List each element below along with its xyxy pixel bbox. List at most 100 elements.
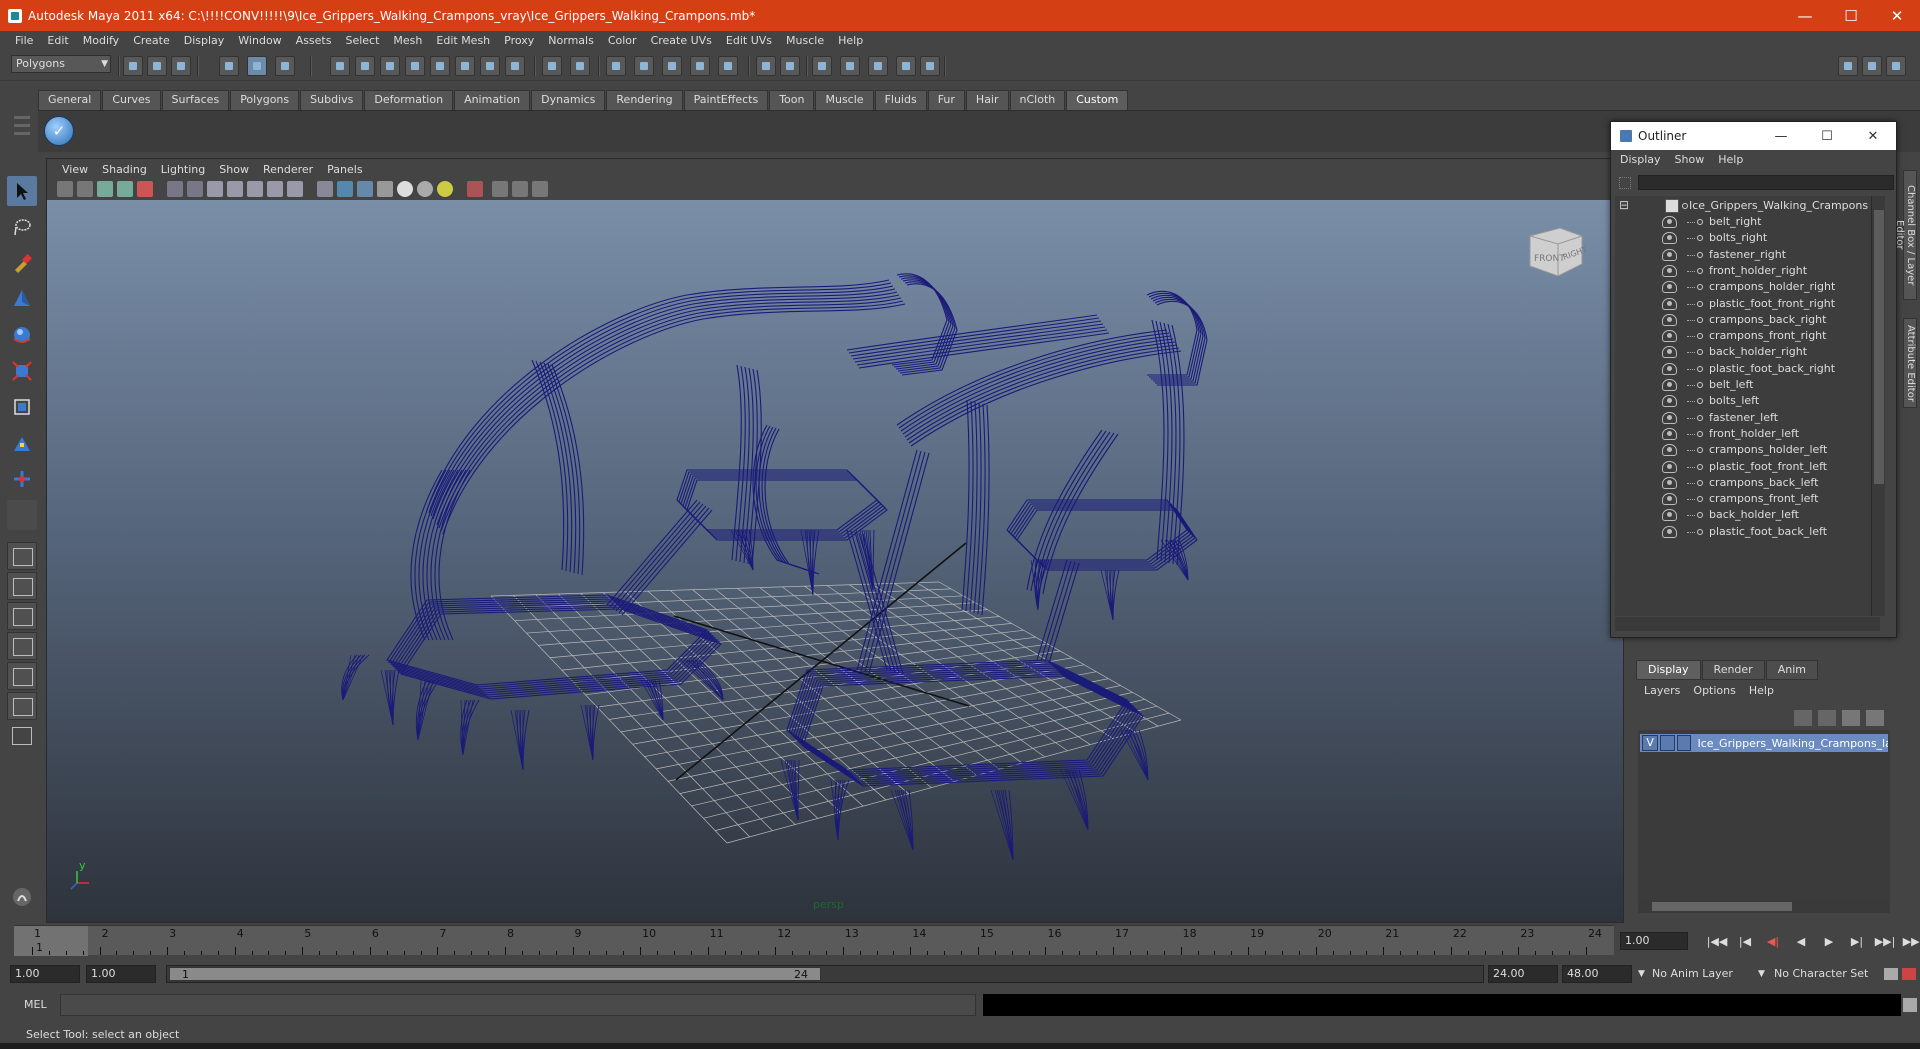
layer-hscrollbar[interactable] [1638, 900, 1890, 913]
outliner-menu-show[interactable]: Show [1675, 153, 1719, 166]
layer-tab-display[interactable]: Display [1636, 660, 1701, 680]
move-tool-icon[interactable] [7, 284, 37, 314]
layer-row[interactable]: V Ice_Grippers_Walking_Crampons_layer [1640, 734, 1888, 752]
safe-action-icon[interactable] [267, 181, 283, 197]
layout-expand-icon[interactable] [7, 722, 37, 750]
anim-layer-dropdown[interactable]: No Anim Layer [1652, 965, 1733, 983]
checkmark-icon[interactable]: ✓ [44, 116, 74, 146]
highlight-selection-icon[interactable] [570, 56, 590, 76]
menu-color[interactable]: Color [601, 34, 644, 47]
menu-create[interactable]: Create [126, 34, 177, 47]
layer-down-icon[interactable] [1866, 710, 1884, 726]
shelf-tab-ncloth[interactable]: nCloth [1009, 90, 1066, 110]
new-scene-icon[interactable] [123, 56, 143, 76]
range-slider-thumb[interactable]: 1 24 [169, 967, 821, 981]
resolution-gate-icon[interactable] [207, 181, 223, 197]
layer-tab-anim[interactable]: Anim [1765, 660, 1818, 680]
show-manipulator-icon[interactable] [7, 464, 37, 494]
go-to-start-icon[interactable]: |◀◀ [1706, 933, 1728, 951]
soft-modification-icon[interactable] [7, 428, 37, 458]
smooth-shading-icon[interactable] [337, 181, 353, 197]
layer-color-swatch[interactable] [1676, 735, 1692, 751]
toggle-channel-box-icon[interactable] [1886, 56, 1906, 76]
lock-selection-icon[interactable] [542, 56, 562, 76]
outliner-vscrollbar[interactable] [1871, 196, 1885, 616]
play-forward-icon[interactable]: ▶ [1818, 933, 1840, 951]
camera-attributes-icon[interactable] [57, 181, 73, 197]
current-time-field[interactable]: 1.00 [1620, 932, 1688, 950]
ipr-render-icon[interactable] [868, 56, 888, 76]
film-gate-icon[interactable] [187, 181, 203, 197]
paint-select-tool-icon[interactable] [7, 248, 37, 278]
image-plane-icon[interactable] [97, 181, 113, 197]
shelf-options-icon[interactable] [14, 116, 30, 148]
minimize-button[interactable]: — [1782, 0, 1828, 31]
layer-visibility-toggle[interactable]: V [1642, 735, 1659, 751]
select-tool-icon[interactable] [7, 176, 37, 206]
animation-preferences-icon[interactable] [1884, 968, 1898, 980]
shelf-tab-custom[interactable]: Custom [1066, 90, 1129, 110]
history-icon[interactable] [756, 56, 776, 76]
render-view-icon[interactable] [812, 56, 832, 76]
menu-mesh[interactable]: Mesh [386, 34, 429, 47]
grid-toggle-icon[interactable] [167, 181, 183, 197]
select-object-icon[interactable] [247, 56, 267, 76]
wireframe-shading-icon[interactable] [317, 181, 333, 197]
wireframe-on-shaded-icon[interactable] [357, 181, 373, 197]
menu-proxy[interactable]: Proxy [497, 34, 541, 47]
high-quality-icon[interactable] [437, 181, 453, 197]
panel-menu-lighting[interactable]: Lighting [154, 163, 212, 176]
menu-file[interactable]: File [8, 34, 40, 47]
shelf-tab-rendering[interactable]: Rendering [606, 90, 683, 110]
camera-bookmark-icon[interactable] [77, 181, 93, 197]
help-icon[interactable] [505, 56, 525, 76]
select-rendering-icon[interactable] [480, 56, 500, 76]
persp-graph-outliner-layout-icon[interactable] [7, 692, 37, 720]
render-frame-icon[interactable] [840, 56, 860, 76]
step-forward-key-icon[interactable]: ▶▶| [1874, 933, 1896, 951]
command-input[interactable] [60, 994, 976, 1016]
character-set-dropdown[interactable]: No Character Set [1774, 965, 1868, 983]
universal-manipulator-icon[interactable] [7, 392, 37, 422]
outliner-menu-display[interactable]: Display [1620, 153, 1675, 166]
shelf-tab-animation[interactable]: Animation [454, 90, 531, 110]
shelf-tab-fluids[interactable]: Fluids [874, 90, 927, 110]
outliner-close-button[interactable]: ✕ [1850, 122, 1896, 150]
layer-tab-render[interactable]: Render [1701, 660, 1765, 680]
shelf-tab-toon[interactable]: Toon [769, 90, 815, 110]
outliner-minimize-button[interactable]: — [1758, 122, 1804, 150]
script-editor-icon[interactable] [1903, 998, 1917, 1012]
textured-icon[interactable] [377, 181, 393, 197]
select-hierarchy-icon[interactable] [219, 56, 239, 76]
auto-keyframe-icon[interactable] [1902, 968, 1916, 980]
filter-icon[interactable] [1619, 177, 1631, 189]
shelf-tab-painteffects[interactable]: PaintEffects [683, 90, 769, 110]
persp-graph-layout-icon[interactable] [7, 632, 37, 660]
panel-menu-show[interactable]: Show [212, 163, 256, 176]
menu-window[interactable]: Window [231, 34, 288, 47]
attribute-editor-tab[interactable]: Attribute Editor [1903, 318, 1917, 408]
layer-menu-layers[interactable]: Layers [1644, 684, 1680, 697]
safe-title-icon[interactable] [287, 181, 303, 197]
select-deformations-icon[interactable] [430, 56, 450, 76]
rotate-tool-icon[interactable] [7, 320, 37, 350]
step-back-key-icon[interactable]: |◀ [1734, 933, 1756, 951]
shelf-tab-subdivs[interactable]: Subdivs [300, 90, 364, 110]
shelf-tab-dynamics[interactable]: Dynamics [531, 90, 606, 110]
outliner-filter-input[interactable] [1638, 175, 1894, 190]
shadows-icon[interactable] [417, 181, 433, 197]
open-scene-icon[interactable] [147, 56, 167, 76]
channel-box-tab[interactable]: Channel Box / Layer Editor [1894, 170, 1917, 300]
step-back-frame-icon[interactable]: ◀| [1762, 933, 1784, 951]
snap-point-icon[interactable] [662, 56, 682, 76]
chevron-down-icon[interactable]: ▼ [1638, 965, 1645, 983]
layer-up-icon[interactable] [1842, 710, 1860, 726]
two-d-pan-zoom-icon[interactable] [117, 181, 133, 197]
panel-menu-panels[interactable]: Panels [320, 163, 369, 176]
range-slider[interactable]: 1 24 [166, 965, 1484, 983]
outliner-maximize-button[interactable]: ☐ [1804, 122, 1850, 150]
menu-muscle[interactable]: Muscle [779, 34, 831, 47]
time-slider[interactable]: 1 1 2 3 4 5 6 7 8 9 10 11 12 13 14 15 16 17 18 19 20 21 22 23 2… [14, 925, 1614, 956]
save-scene-icon[interactable] [171, 56, 191, 76]
shelf-tab-deformation[interactable]: Deformation [364, 90, 454, 110]
